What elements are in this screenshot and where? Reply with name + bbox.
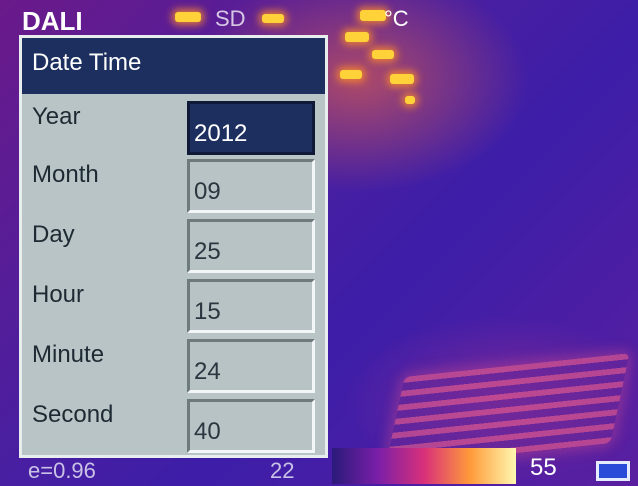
field-row-month: Month 09 [22, 159, 325, 219]
range-low-readout: 22 [270, 458, 295, 483]
day-label: Day [32, 221, 75, 248]
sd-card-indicator: SD [215, 6, 246, 31]
battery-icon [596, 461, 630, 481]
month-label: Month [32, 161, 99, 188]
field-row-hour: Hour 15 [22, 279, 325, 339]
thermal-camera-screen: DALI SD °C Date Time Year 2012 Month 09 … [0, 0, 638, 486]
second-label: Second [32, 401, 114, 428]
month-field[interactable]: 09 [187, 159, 315, 213]
thermal-hotspot [390, 74, 414, 84]
thermal-hotspot [262, 14, 284, 23]
field-row-day: Day 25 [22, 219, 325, 279]
date-time-dialog: Date Time Year 2012 Month 09 Day 25 Hour… [19, 35, 328, 458]
temperature-unit-label: °C [384, 6, 409, 31]
field-row-second: Second 40 [22, 399, 325, 459]
dialog-title: Date Time [22, 38, 325, 94]
minute-field[interactable]: 24 [187, 339, 315, 393]
year-field[interactable]: 2012 [187, 101, 315, 155]
second-field[interactable]: 40 [187, 399, 315, 453]
thermal-hotspot [340, 70, 362, 79]
hour-label: Hour [32, 281, 85, 308]
thermal-hotspot [345, 32, 369, 42]
field-row-minute: Minute 24 [22, 339, 325, 399]
brand-label: DALI [22, 6, 83, 36]
range-high-readout: 55 [530, 454, 557, 481]
thermal-hotspot [405, 96, 415, 104]
day-field[interactable]: 25 [187, 219, 315, 273]
year-label: Year [32, 103, 81, 130]
minute-label: Minute [32, 341, 105, 368]
field-row-year: Year 2012 [22, 101, 325, 161]
hour-field[interactable]: 15 [187, 279, 315, 333]
thermal-hotspot [372, 50, 394, 59]
color-palette-bar [332, 448, 516, 484]
emissivity-readout: e=0.96 [28, 458, 96, 483]
thermal-hotspot [175, 12, 201, 22]
thermal-hotspot [360, 10, 386, 21]
